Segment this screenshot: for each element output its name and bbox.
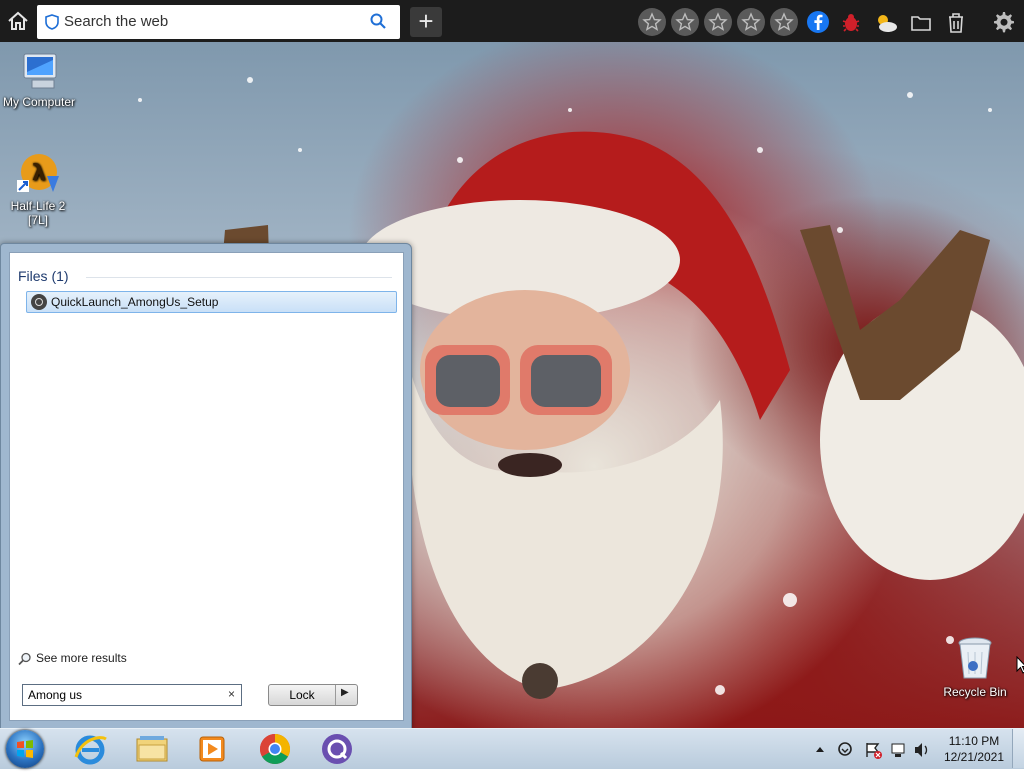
gear-icon[interactable] [993,11,1015,33]
star-icon[interactable] [704,8,732,36]
start-orb-button[interactable] [6,730,44,768]
start-search-field[interactable]: Among us × [22,684,242,706]
web-search-box[interactable]: Search the web [37,5,400,39]
bug-icon[interactable] [840,12,862,34]
shield-icon [45,14,59,30]
search-results-pane: Files (1) QuickLaunch_AmongUs_Setup See … [9,252,404,673]
mouse-cursor-icon [1016,656,1024,674]
lock-button-label: Lock [289,688,315,702]
show-desktop-button[interactable] [1012,729,1024,768]
chrome-icon[interactable] [253,731,297,767]
desktop-icon-label: Recycle Bin [943,685,1007,699]
media-player-icon[interactable] [190,731,234,767]
desktop-icon-label: My Computer [2,95,76,109]
action-center-flag-icon[interactable] [866,743,882,759]
sync-icon[interactable] [838,742,852,756]
file-explorer-icon[interactable] [130,731,174,767]
start-search-value[interactable]: Among us [28,688,82,702]
clock-date: 12/21/2021 [943,750,1005,764]
section-divider [86,277,392,278]
web-search-input[interactable]: Search the web [64,13,168,30]
star-icon[interactable] [638,8,666,36]
search-result-item[interactable]: QuickLaunch_AmongUs_Setup [26,291,397,313]
half-life-icon: λ [17,154,59,192]
svg-text:λ: λ [32,161,46,186]
show-hidden-icons-icon[interactable] [816,747,824,752]
search-result-label: QuickLaunch_AmongUs_Setup [51,295,219,309]
weather-icon[interactable] [874,12,898,34]
folder-icon[interactable] [910,13,932,33]
desktop-icon-half-life-2[interactable]: λ Half-Life 2 [7L] [0,152,76,227]
magnifier-icon [18,652,31,665]
volume-icon[interactable] [915,743,928,757]
clock-time: 11:10 PM [948,734,1000,748]
power-options-arrow-icon[interactable]: ▶ [341,687,349,698]
files-section-header[interactable]: Files (1) [18,268,69,284]
new-tab-button[interactable]: + [410,7,442,37]
setup-file-icon [31,294,47,310]
see-more-results-link[interactable]: See more results [18,651,127,666]
browser-toolbar: Search the web + [0,0,1024,42]
start-menu: Files (1) QuickLaunch_AmongUs_Setup See … [0,243,412,730]
search-icon[interactable] [370,13,386,29]
facebook-icon[interactable] [806,10,830,34]
taskbar-clock[interactable]: 11:10 PM 12/21/2021 [940,733,1008,765]
desktop-icon-label: Half-Life 2 [7L] [10,199,66,227]
computer-icon [23,53,57,89]
home-icon[interactable] [6,10,30,32]
lock-button[interactable]: Lock ▶ [268,684,358,706]
trash-icon[interactable] [946,12,966,34]
start-menu-footer: Among us × Lock ▶ [9,672,404,721]
desktop-icon-my-computer[interactable]: My Computer [0,52,78,109]
star-icon[interactable] [671,8,699,36]
see-more-label: See more results [36,651,127,665]
windows-logo-icon [17,740,33,758]
desktop-icon-recycle-bin[interactable]: Recycle Bin [940,636,1010,699]
network-icon[interactable] [891,743,905,757]
button-separator [335,685,336,705]
star-icon[interactable] [737,8,765,36]
clear-search-icon[interactable]: × [228,687,235,701]
system-tray [816,742,928,759]
star-icon[interactable] [770,8,798,36]
quicklaunch-icon[interactable] [315,731,359,767]
internet-explorer-icon[interactable] [68,731,112,767]
recycle-bin-icon [958,637,992,679]
